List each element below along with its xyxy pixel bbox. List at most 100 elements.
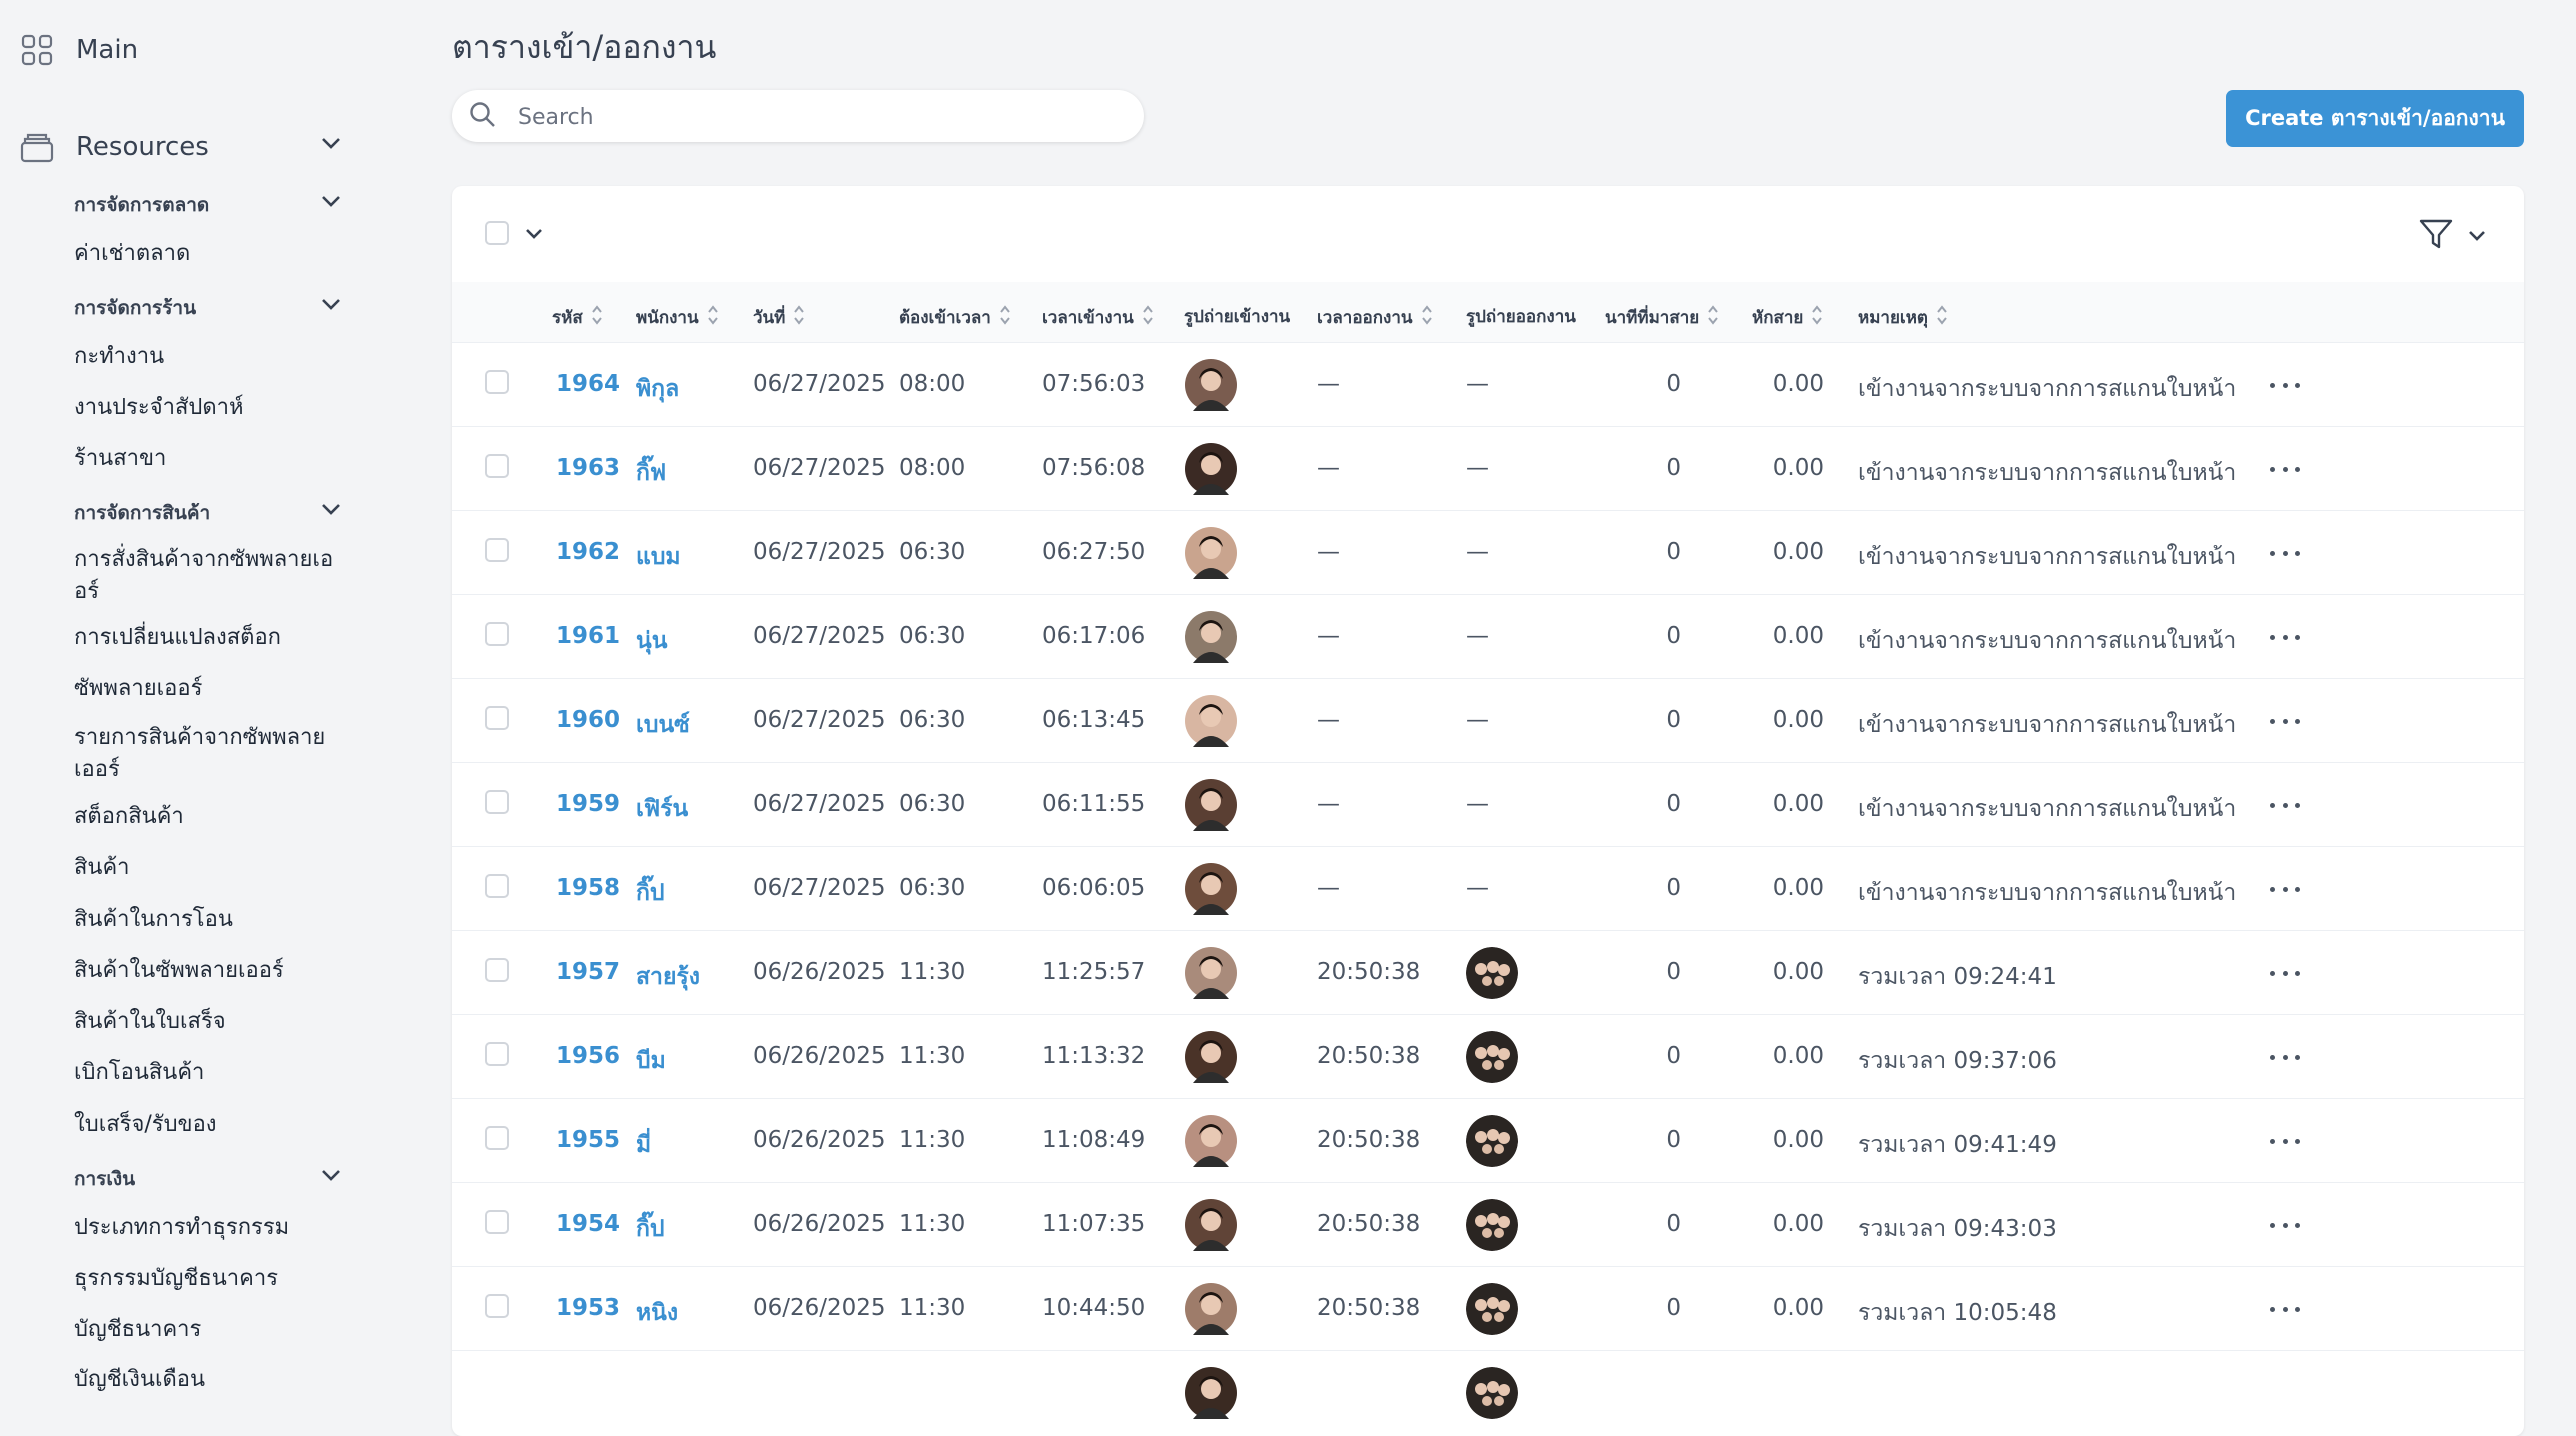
row-employee-link[interactable]: กิ๊ป xyxy=(636,875,665,911)
checkout-photo[interactable] xyxy=(1466,1115,1518,1167)
sidebar-item-cutoff[interactable]: บัญชีเงินเดือน xyxy=(74,1364,334,1396)
checkin-photo[interactable] xyxy=(1185,443,1237,495)
sidebar-item-supplier-products[interactable]: รายการสินค้าจากซัพพลายเออร์ xyxy=(74,722,334,786)
row-checkbox[interactable] xyxy=(485,370,509,394)
row-checkbox[interactable] xyxy=(485,454,509,478)
row-checkbox[interactable] xyxy=(485,1294,509,1318)
row-id-link[interactable]: 1959 xyxy=(556,791,620,817)
row-id-link[interactable]: 1962 xyxy=(556,539,620,565)
row-checkbox[interactable] xyxy=(485,790,509,814)
column-header-checkout-photo[interactable]: รูปถ่ายออกงาน xyxy=(1466,303,1576,330)
column-header-late-min[interactable]: นาทีที่มาสาย xyxy=(1605,303,1719,332)
row-actions-icon[interactable] xyxy=(2270,1043,2300,1071)
row-actions-icon[interactable] xyxy=(2270,1211,2300,1239)
sort-icon[interactable] xyxy=(1707,303,1719,332)
column-header-deduct[interactable]: หักสาย xyxy=(1752,303,1823,332)
row-id-link[interactable]: 1956 xyxy=(556,1043,620,1069)
sidebar-group-product[interactable]: การจัดการสินค้า xyxy=(74,498,340,528)
row-employee-link[interactable]: หนิง xyxy=(636,1295,678,1331)
row-id-link[interactable]: 1955 xyxy=(556,1127,620,1153)
row-checkbox[interactable] xyxy=(485,1210,509,1234)
sidebar-item-weekly-work[interactable]: งานประจำสัปดาห์ xyxy=(74,392,334,424)
sidebar-item-transfer-products[interactable]: สินค้าในการโอน xyxy=(74,904,334,936)
sort-icon[interactable] xyxy=(1142,303,1154,332)
row-id-link[interactable]: 1964 xyxy=(556,371,620,397)
sidebar-item-branch[interactable]: ร้านสาขา xyxy=(74,443,334,475)
select-all-checkbox[interactable] xyxy=(485,221,509,245)
sidebar-group-market[interactable]: การจัดการตลาด xyxy=(74,190,340,220)
row-employee-link[interactable]: มี่ xyxy=(636,1127,651,1163)
sidebar-item-supplier-orders[interactable]: การสั่งสินค้าจากซัพพลายเออร์ xyxy=(74,544,334,608)
column-header-date[interactable]: วันที่ xyxy=(753,303,805,332)
column-header-id[interactable]: รหัส xyxy=(552,303,603,332)
checkout-photo[interactable] xyxy=(1466,1283,1518,1335)
row-id-link[interactable]: 1957 xyxy=(556,959,620,985)
column-header-checkin-photo[interactable]: รูปถ่ายเข้างาน xyxy=(1184,303,1290,330)
row-employee-link[interactable]: สายรุ้ง xyxy=(636,959,700,995)
table-row[interactable]: 1958 กิ๊ป 06/27/2025 06:30 06:06:05 — — 0 0.00 เข… xyxy=(452,846,2524,931)
column-header-required[interactable]: ต้องเข้าเวลา xyxy=(899,303,1011,332)
sidebar-item-tx-types[interactable]: ประเภทการทำธุรกรรม xyxy=(74,1212,334,1244)
sidebar-item-stock-changes[interactable]: การเปลี่ยนแปลงสต็อก xyxy=(74,622,334,654)
row-actions-icon[interactable] xyxy=(2270,1127,2300,1155)
checkout-photo[interactable] xyxy=(1466,1367,1518,1419)
row-employee-link[interactable]: บีม xyxy=(636,1043,666,1079)
row-id-link[interactable]: 1963 xyxy=(556,455,620,481)
search-bar[interactable] xyxy=(452,90,1144,142)
sort-icon[interactable] xyxy=(1936,303,1948,332)
create-button[interactable]: Create ตารางเข้า/ออกงาน xyxy=(2226,90,2524,147)
column-header-checkout[interactable]: เวลาออกงาน xyxy=(1317,303,1433,332)
checkin-photo[interactable] xyxy=(1185,863,1237,915)
filter-icon[interactable] xyxy=(2418,216,2454,256)
table-row[interactable]: 1955 มี่ 06/26/2025 11:30 11:08:49 20:50:38 0 0… xyxy=(452,1098,2524,1183)
row-id-link[interactable]: 1953 xyxy=(556,1295,620,1321)
row-checkbox[interactable] xyxy=(485,1126,509,1150)
sidebar-item-withdraw-transfer[interactable]: เบิกโอนสินค้า xyxy=(74,1057,334,1089)
sidebar-item-supplier-items[interactable]: สินค้าในซัพพลายเออร์ xyxy=(74,955,334,987)
checkin-photo[interactable] xyxy=(1185,1283,1237,1335)
checkout-photo[interactable] xyxy=(1466,1031,1518,1083)
sort-icon[interactable] xyxy=(1811,303,1823,332)
table-row[interactable]: 1960 เบนซ์ 06/27/2025 06:30 06:13:45 — — 0 0.00 เ… xyxy=(452,678,2524,763)
filter-chevron-icon[interactable] xyxy=(2467,228,2487,247)
sidebar-item-suppliers[interactable]: ซัพพลายเออร์ xyxy=(74,673,334,705)
checkin-photo[interactable] xyxy=(1185,1367,1237,1419)
checkin-photo[interactable] xyxy=(1185,1115,1237,1167)
table-row[interactable]: 1962 แบม 06/27/2025 06:30 06:27:50 — — 0 0.00 เข้… xyxy=(452,510,2524,595)
row-actions-icon[interactable] xyxy=(2270,455,2300,483)
checkout-photo[interactable] xyxy=(1466,1199,1518,1251)
row-id-link[interactable]: 1961 xyxy=(556,623,620,649)
table-row[interactable]: 1959 เฟิร์น 06/27/2025 06:30 06:11:55 — — 0 0.00… xyxy=(452,762,2524,847)
sidebar-item-main[interactable]: Main xyxy=(20,33,138,67)
checkin-photo[interactable] xyxy=(1185,359,1237,411)
sidebar-item-products[interactable]: สินค้า xyxy=(74,852,334,884)
sort-icon[interactable] xyxy=(1421,303,1433,332)
sidebar-item-bank-tx[interactable]: ธุรกรรมบัญชีธนาคาร xyxy=(74,1263,334,1295)
row-actions-icon[interactable] xyxy=(2270,707,2300,735)
sidebar-group-finance[interactable]: การเงิน xyxy=(74,1164,340,1194)
checkin-photo[interactable] xyxy=(1185,779,1237,831)
row-checkbox[interactable] xyxy=(485,706,509,730)
row-employee-link[interactable]: เฟิร์น xyxy=(636,791,688,827)
sidebar-group-shop[interactable]: การจัดการร้าน xyxy=(74,293,340,323)
row-actions-icon[interactable] xyxy=(2270,791,2300,819)
sidebar-item-stock[interactable]: สต็อกสินค้า xyxy=(74,801,334,833)
row-employee-link[interactable]: นุ่น xyxy=(636,623,667,659)
sidebar-item-market-rent[interactable]: ค่าเช่าตลาด xyxy=(74,238,334,270)
checkout-photo[interactable] xyxy=(1466,947,1518,999)
row-id-link[interactable]: 1954 xyxy=(556,1211,620,1237)
row-actions-icon[interactable] xyxy=(2270,875,2300,903)
checkin-photo[interactable] xyxy=(1185,1199,1237,1251)
table-row[interactable] xyxy=(452,1350,2524,1435)
sort-icon[interactable] xyxy=(707,303,719,332)
row-employee-link[interactable]: แบม xyxy=(636,539,681,575)
column-header-employee[interactable]: พนักงาน xyxy=(636,303,719,332)
checkin-photo[interactable] xyxy=(1185,947,1237,999)
sidebar-item-receipts[interactable]: ใบเสร็จ/รับของ xyxy=(74,1109,334,1141)
checkin-photo[interactable] xyxy=(1185,527,1237,579)
row-checkbox[interactable] xyxy=(485,622,509,646)
column-header-checkin[interactable]: เวลาเข้างาน xyxy=(1042,303,1154,332)
table-row[interactable]: 1953 หนิง 06/26/2025 11:30 10:44:50 20:50:38 0… xyxy=(452,1266,2524,1351)
row-checkbox[interactable] xyxy=(485,874,509,898)
sidebar-item-receipt-products[interactable]: สินค้าในใบเสร็จ xyxy=(74,1006,334,1038)
